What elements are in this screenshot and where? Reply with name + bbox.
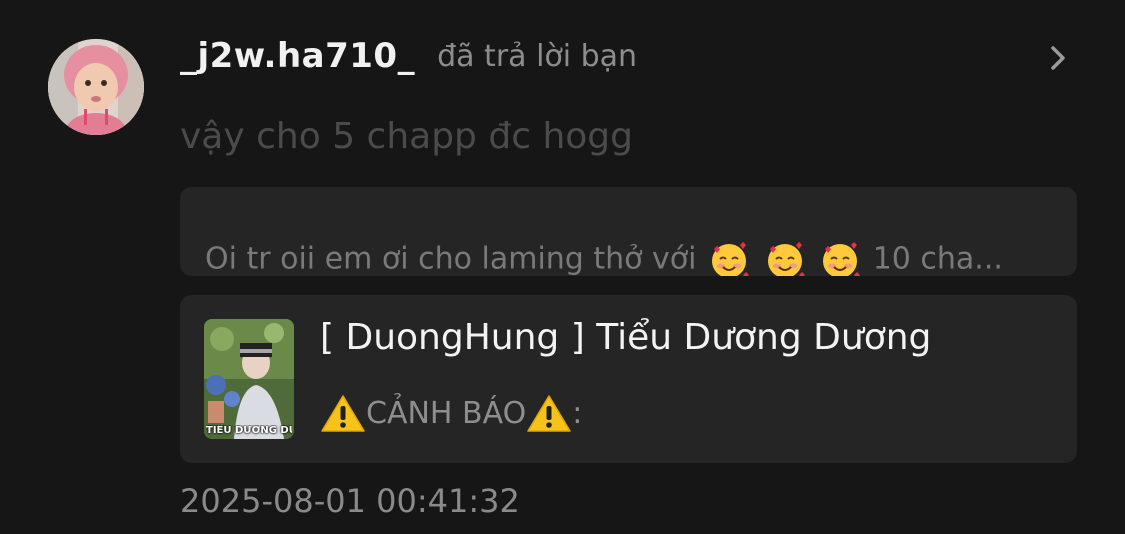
notification-header: _j2w.ha710_ đã trả lời bạn: [180, 32, 637, 80]
story-title[interactable]: [ DuongHung ] Tiểu Dương Dương: [320, 317, 931, 358]
warning-suffix: :: [572, 395, 583, 431]
chevron-right-icon[interactable]: [1045, 40, 1073, 76]
smiling-face-with-hearts-icon: [823, 242, 861, 276]
username[interactable]: _j2w.ha710_: [180, 36, 415, 76]
smiling-face-with-hearts-icon: [767, 242, 805, 276]
quoted-comment[interactable]: Oi tr oii em ơi cho laming thở với 10 ch…: [180, 187, 1077, 276]
quoted-comment-suffix: 10 cha...: [872, 241, 1003, 277]
quoted-comment-prefix: Oi tr oii em ơi cho laming thở với: [205, 241, 697, 277]
story-warning: CẢNH BÁO :: [320, 393, 582, 433]
warning-icon: [321, 395, 365, 432]
warning-label: CẢNH BÁO: [366, 395, 527, 431]
timestamp: 2025-08-01 00:41:32: [180, 482, 520, 520]
reply-text: vậy cho 5 chapp đc hogg: [180, 116, 633, 157]
warning-icon: [527, 395, 571, 432]
reply-notification[interactable]: _j2w.ha710_ đã trả lời bạn vậy cho 5 cha…: [0, 0, 1125, 534]
notification-action: đã trả lời bạn: [437, 38, 638, 74]
quoted-comment-text: Oi tr oii em ơi cho laming thở với 10 ch…: [205, 239, 1003, 276]
thumbnail-caption: TIỂU DƯƠNG DƯƠNG: [206, 425, 292, 436]
user-avatar[interactable]: [48, 39, 144, 135]
story-thumbnail[interactable]: TIỂU DƯƠNG DƯƠNG: [204, 319, 294, 439]
smiling-face-with-hearts-icon: [712, 242, 750, 276]
story-card[interactable]: TIỂU DƯƠNG DƯƠNG [ DuongHung ] Tiểu Dươn…: [180, 295, 1077, 463]
